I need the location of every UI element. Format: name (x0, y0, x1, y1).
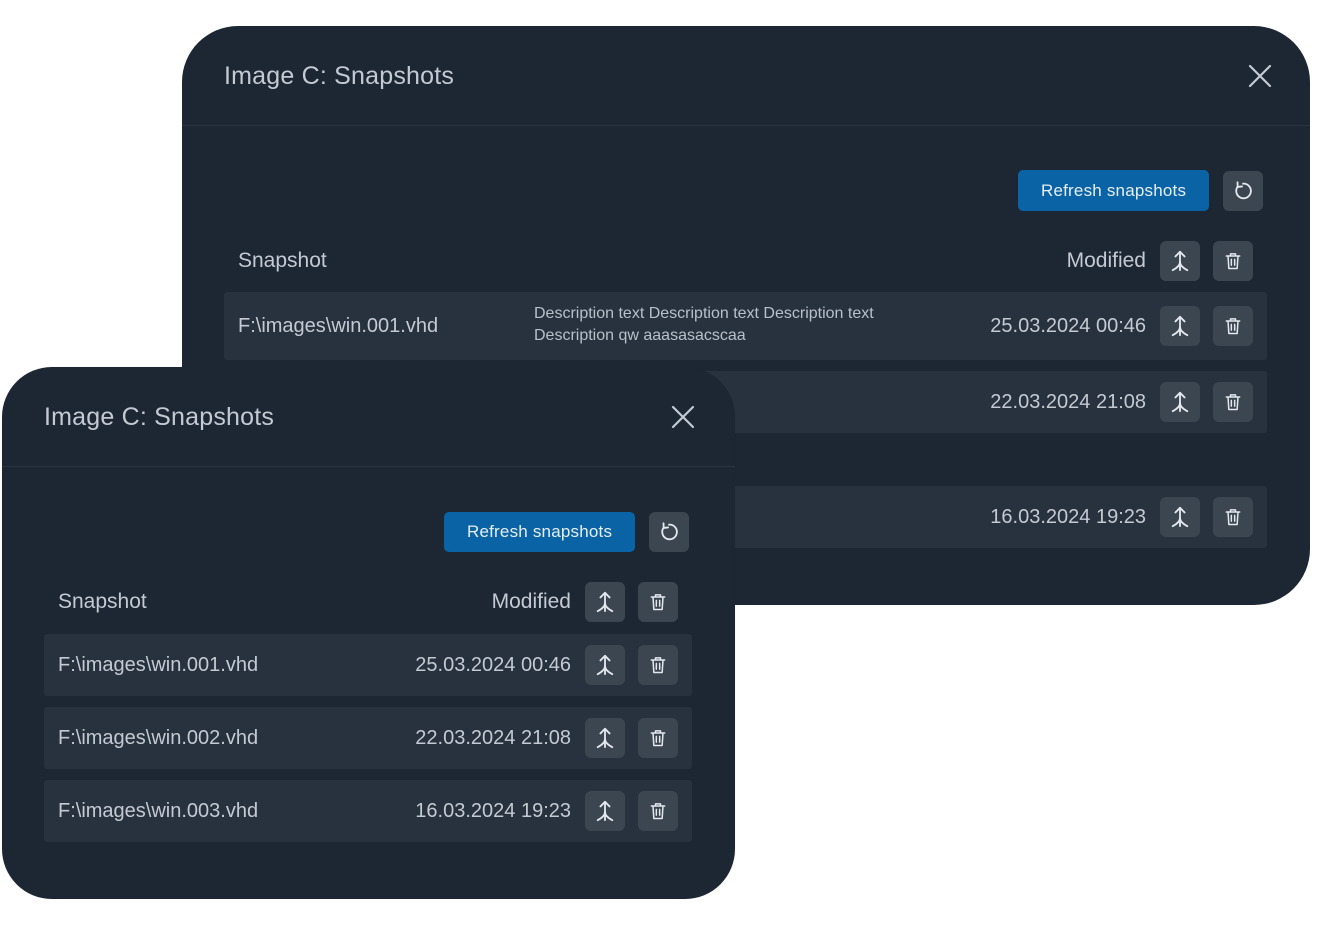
merge-icon (1171, 250, 1189, 272)
merge-icon (1171, 506, 1189, 528)
column-header-modified: Modified (1066, 249, 1146, 272)
column-header-snapshot: Snapshot (58, 590, 147, 613)
snapshot-modified: 16.03.2024 19:23 (990, 505, 1146, 528)
snapshot-modified: 22.03.2024 21:08 (990, 390, 1146, 413)
delete-all-button[interactable] (1213, 241, 1253, 281)
snapshot-path: F:\images\win.001.vhd (58, 653, 259, 676)
snapshot-path: F:\images\win.001.vhd (238, 314, 439, 337)
trash-icon (650, 803, 666, 820)
delete-button[interactable] (638, 791, 678, 831)
merge-icon (1171, 315, 1189, 337)
merge-all-button[interactable] (1160, 241, 1200, 281)
refresh-snapshots-button[interactable]: Refresh snapshots (1018, 170, 1210, 211)
trash-icon (1225, 253, 1241, 270)
delete-button[interactable] (1213, 306, 1253, 346)
snapshots-dialog-front: Image C: Snapshots Refresh snapshots Sna… (2, 367, 735, 899)
table-header: Snapshot Modified (224, 234, 1267, 288)
snapshot-path: F:\images\win.003.vhd (58, 799, 259, 822)
merge-icon (596, 800, 614, 822)
reload-button[interactable] (649, 512, 690, 552)
delete-button[interactable] (638, 645, 678, 685)
snapshot-modified: 16.03.2024 19:23 (415, 799, 571, 822)
column-header-modified: Modified (491, 590, 571, 613)
delete-button[interactable] (638, 718, 678, 758)
merge-icon (596, 654, 614, 676)
merge-button[interactable] (585, 718, 625, 758)
dialog-title: Image C: Snapshots (224, 62, 455, 90)
column-header-snapshot: Snapshot (238, 249, 327, 272)
delete-button[interactable] (1213, 382, 1253, 422)
row-actions (585, 645, 678, 685)
merge-button[interactable] (1160, 306, 1200, 346)
reload-icon (661, 522, 678, 541)
merge-icon (596, 727, 614, 749)
close-icon (671, 405, 695, 429)
snapshot-modified: 22.03.2024 21:08 (415, 726, 571, 749)
close-button[interactable] (1248, 64, 1272, 88)
merge-button[interactable] (1160, 382, 1200, 422)
reload-button[interactable] (1223, 170, 1264, 211)
merge-button[interactable] (1160, 497, 1200, 537)
row-actions (585, 791, 678, 831)
close-button[interactable] (671, 405, 695, 429)
trash-icon (650, 657, 666, 674)
table-row[interactable]: F:\images\win.002.vhd 22.03.2024 21:08 (44, 707, 692, 769)
row-actions (1160, 497, 1253, 537)
table-header: Snapshot Modified (44, 575, 692, 629)
merge-icon (1171, 391, 1189, 413)
trash-icon (1225, 394, 1241, 411)
header-actions (585, 582, 678, 622)
table-row[interactable]: F:\images\win.003.vhd 16.03.2024 19:23 (44, 780, 692, 842)
trash-icon (650, 730, 666, 747)
delete-all-button[interactable] (638, 582, 678, 622)
toolbar: Refresh snapshots (444, 512, 690, 552)
trash-icon (650, 594, 666, 611)
dialog-header: Image C: Snapshots (182, 26, 1310, 126)
toolbar: Refresh snapshots (1018, 170, 1264, 211)
merge-icon (596, 591, 614, 613)
delete-button[interactable] (1213, 497, 1253, 537)
snapshot-modified: 25.03.2024 00:46 (990, 314, 1146, 337)
snapshot-modified: 25.03.2024 00:46 (415, 653, 571, 676)
merge-button[interactable] (585, 645, 625, 685)
dialog-header: Image C: Snapshots (2, 367, 735, 467)
trash-icon (1225, 509, 1241, 526)
close-icon (1248, 64, 1272, 88)
dialog-title: Image C: Snapshots (44, 403, 275, 431)
row-actions (1160, 382, 1253, 422)
table-row[interactable]: F:\images\win.001.vhd 25.03.2024 00:46 (44, 634, 692, 696)
snapshots-table: Snapshot Modified F:\images\win.001.vhd … (44, 575, 692, 842)
merge-all-button[interactable] (585, 582, 625, 622)
merge-button[interactable] (585, 791, 625, 831)
trash-icon (1225, 318, 1241, 335)
snapshot-description: Description text Description text Descri… (534, 305, 874, 344)
reload-icon (1235, 180, 1252, 199)
snapshot-path: F:\images\win.002.vhd (58, 726, 259, 749)
row-actions (1160, 306, 1253, 346)
refresh-snapshots-button[interactable]: Refresh snapshots (444, 512, 636, 552)
table-row[interactable]: F:\images\win.001.vhd Description text D… (224, 292, 1267, 360)
header-actions (1160, 241, 1253, 281)
row-actions (585, 718, 678, 758)
